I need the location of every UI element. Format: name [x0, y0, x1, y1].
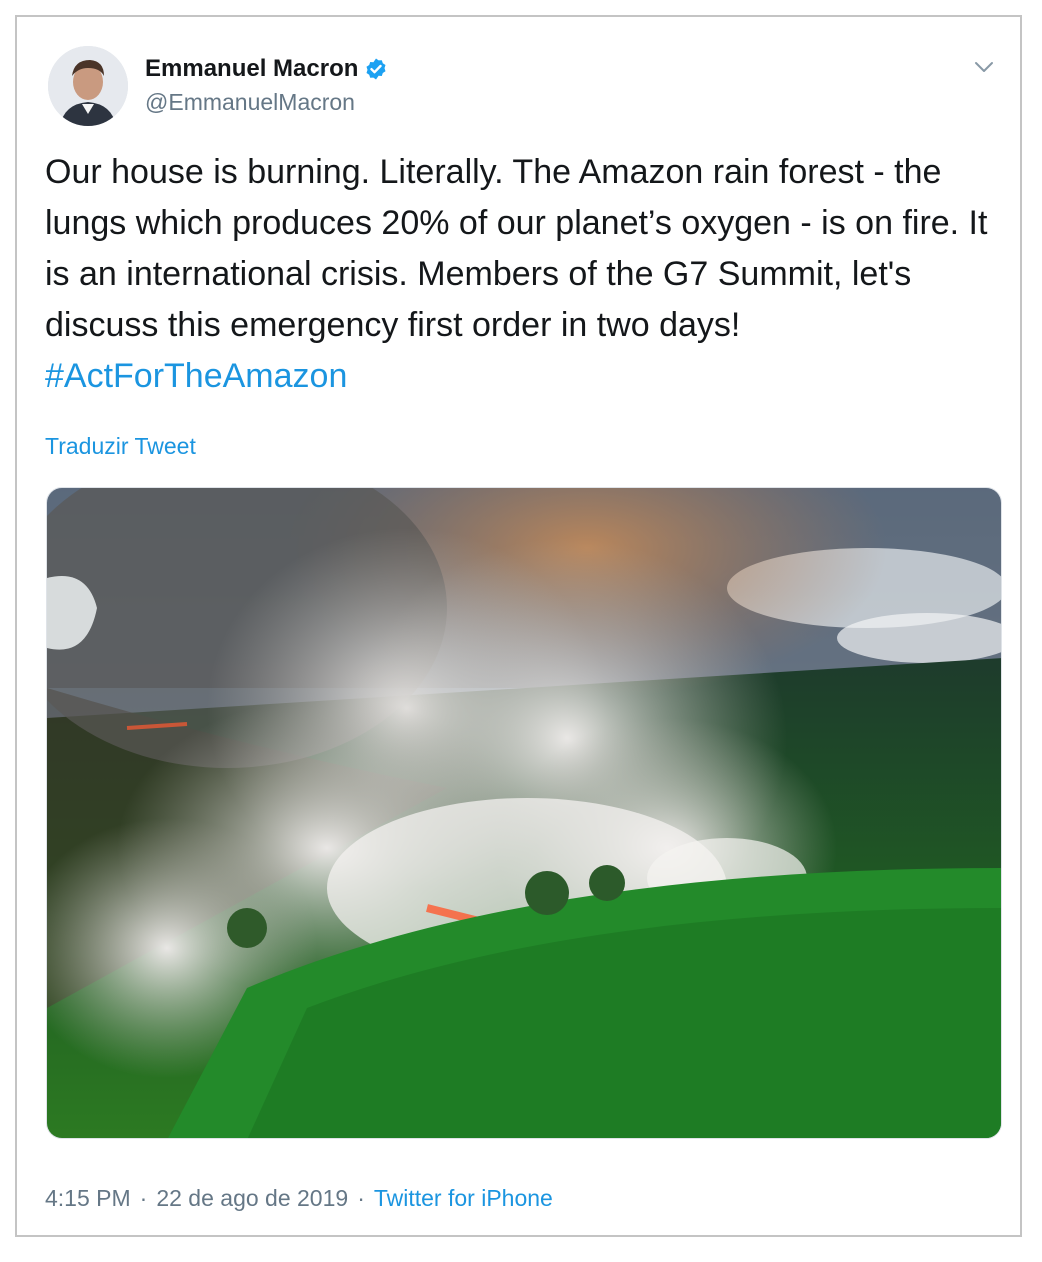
chevron-down-icon[interactable]	[972, 55, 996, 79]
tweet-card: Emmanuel Macron @EmmanuelMacron Our hous…	[15, 15, 1022, 1237]
tweet-body: Our house is burning. Literally. The Ama…	[45, 153, 988, 344]
verified-badge-icon	[366, 58, 386, 80]
tweet-photo[interactable]	[46, 487, 1002, 1139]
author-handle[interactable]: @EmmanuelMacron	[145, 89, 355, 116]
avatar[interactable]	[48, 46, 128, 126]
author-name[interactable]: Emmanuel Macron	[145, 55, 358, 83]
author-name-row: Emmanuel Macron	[145, 55, 388, 83]
tweet-time[interactable]: 4:15 PM	[45, 1185, 131, 1212]
amazon-fire-photo	[47, 488, 1001, 1138]
translate-tweet-link[interactable]: Traduzir Tweet	[45, 433, 196, 460]
hashtag-link[interactable]: #ActForTheAmazon	[45, 357, 347, 395]
tweet-date[interactable]: 22 de ago de 2019	[156, 1185, 348, 1212]
tweet-source-link[interactable]: Twitter for iPhone	[374, 1185, 553, 1212]
tweet-meta: 4:15 PM · 22 de ago de 2019 · Twitter fo…	[45, 1185, 553, 1212]
avatar-image	[48, 46, 128, 126]
meta-separator: ·	[139, 1185, 148, 1211]
tweet-text: Our house is burning. Literally. The Ama…	[45, 147, 1005, 402]
meta-separator: ·	[357, 1185, 365, 1211]
